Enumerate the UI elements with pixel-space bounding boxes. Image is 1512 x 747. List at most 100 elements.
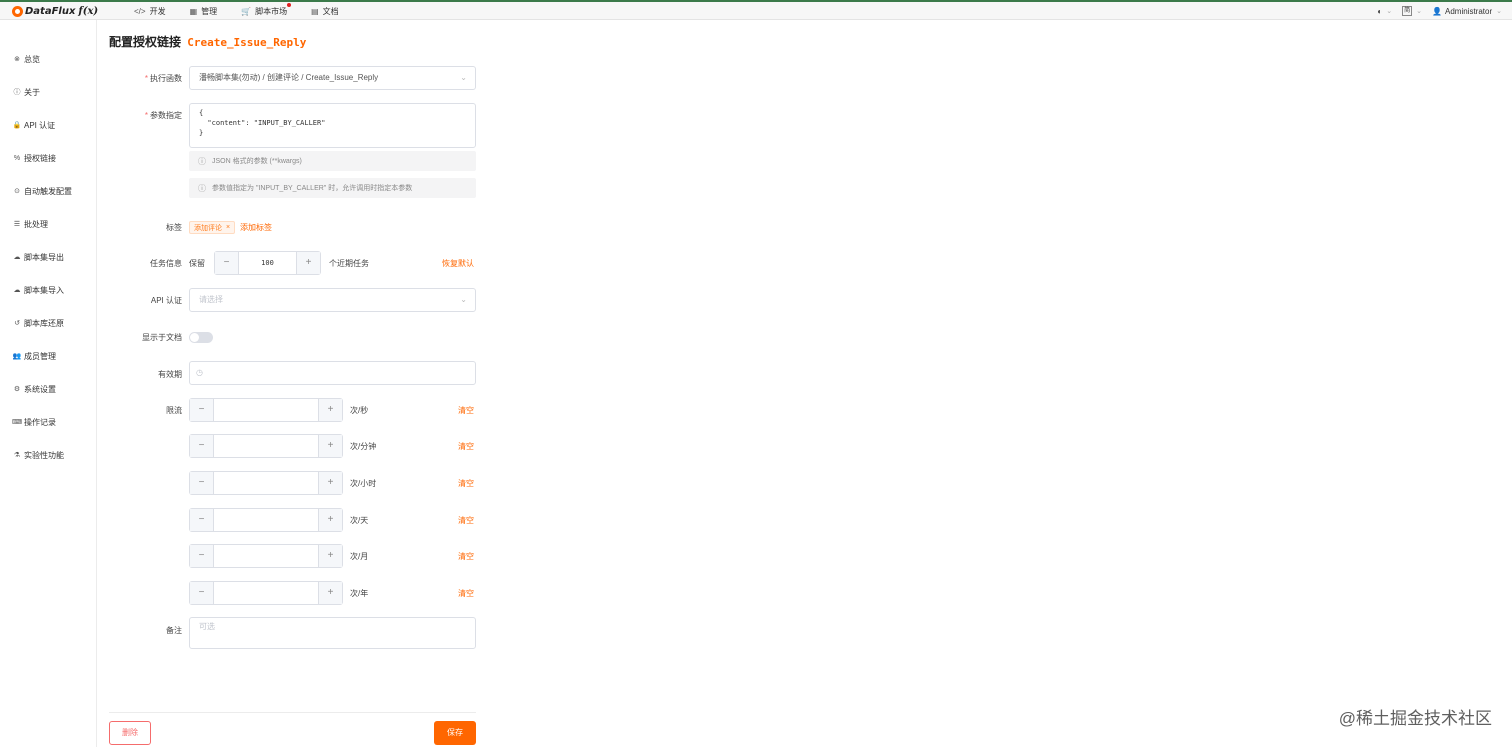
- brand-logo[interactable]: DataFlux f(x): [12, 3, 98, 19]
- sidebar-item-operations[interactable]: ⌨ 操作记录: [12, 415, 56, 429]
- clear-button[interactable]: 清空: [458, 588, 474, 599]
- theme-icon: ◐: [1377, 6, 1383, 16]
- sidebar-item-label: 操作记录: [24, 417, 56, 427]
- throttling-stepper-month[interactable]: − +: [189, 544, 343, 568]
- reset-default-button[interactable]: 恢复默认: [442, 258, 474, 269]
- info-icon: ⓘ: [13, 89, 21, 96]
- page-title-text: 配置授权链接: [109, 35, 182, 49]
- plus-icon[interactable]: +: [318, 545, 342, 567]
- sidebar-item-restore[interactable]: ↺ 脚本库还原: [12, 316, 64, 330]
- clear-button[interactable]: 清空: [458, 515, 474, 526]
- throttling-stepper-second[interactable]: − +: [189, 398, 343, 422]
- args-hint-caller: ⓘ 参数值指定为 "INPUT_BY_CALLER" 时，允许调用时指定本参数: [189, 178, 476, 198]
- minus-icon[interactable]: −: [190, 399, 214, 421]
- expire-date-picker[interactable]: ◷: [189, 361, 476, 385]
- sidebar-item-label: 成员管理: [24, 351, 56, 361]
- cart-icon: 🛒: [241, 6, 252, 16]
- sidebar-item-label: 脚本库还原: [24, 318, 64, 328]
- nav-label: 脚本市场: [255, 6, 288, 16]
- user-icon: 👤: [1432, 6, 1442, 16]
- sidebar-item-settings[interactable]: ⚙ 系统设置: [12, 382, 56, 396]
- nav-market[interactable]: 🛒 脚本市场: [241, 2, 292, 20]
- cloud-upload-icon: ☁: [13, 287, 21, 294]
- task-info-label: 任务信息: [150, 259, 182, 268]
- theme-switcher[interactable]: ◐ ⌄: [1377, 7, 1392, 16]
- throttling-unit-day: 次/天: [350, 516, 369, 525]
- nav-dev[interactable]: </> 开发: [134, 2, 166, 20]
- brand-suffix: f(x): [78, 5, 99, 17]
- delete-button[interactable]: 删除: [109, 721, 151, 745]
- sidebar-item-label: 授权链接: [24, 153, 56, 163]
- sidebar-item-export[interactable]: ☁ 脚本集导出: [12, 250, 65, 264]
- func-label: * 执行函数: [144, 74, 182, 83]
- sidebar-item-about[interactable]: ⓘ 关于: [12, 85, 41, 99]
- plus-icon[interactable]: +: [296, 252, 320, 274]
- throttling-unit-minute: 次/分钟: [350, 442, 377, 451]
- sidebar-item-crontab[interactable]: ⊙ 自动触发配置: [12, 184, 72, 198]
- throttling-unit-month: 次/月: [350, 552, 369, 561]
- sidebar-item-members[interactable]: 👥 成员管理: [12, 349, 56, 363]
- args-label: * 参数指定: [144, 111, 182, 120]
- show-in-doc-toggle[interactable]: [189, 332, 213, 343]
- throttling-stepper-minute[interactable]: − +: [189, 434, 343, 458]
- task-info-stepper[interactable]: − 100 +: [214, 251, 321, 275]
- task-info-value[interactable]: 100: [239, 252, 296, 274]
- note-textarea[interactable]: 可选: [189, 617, 476, 649]
- minus-icon[interactable]: −: [190, 509, 214, 531]
- sidebar-item-overview[interactable]: ⊗ 总览: [12, 52, 40, 66]
- sidebar-item-api-auth[interactable]: 🔒 API 认证: [12, 118, 55, 132]
- sidebar-item-label: 总览: [24, 54, 40, 64]
- chevron-down-icon: ⌄: [1416, 8, 1423, 15]
- lock-icon: 🔒: [12, 122, 22, 129]
- sidebar-item-label: 系统设置: [24, 384, 56, 394]
- keyboard-icon: ⌨: [12, 419, 23, 426]
- clear-button[interactable]: 清空: [458, 478, 474, 489]
- minus-icon[interactable]: −: [190, 472, 214, 494]
- nav-docs[interactable]: ▤ 文档: [311, 2, 339, 20]
- nav-manage[interactable]: ▦ 管理: [190, 2, 218, 20]
- plus-icon[interactable]: +: [318, 509, 342, 531]
- tag-item: 添加评论 ×: [189, 221, 236, 234]
- throttling-stepper-hour[interactable]: − +: [189, 471, 343, 495]
- clear-button[interactable]: 清空: [458, 405, 474, 416]
- chevron-down-icon: ⌄: [1496, 8, 1502, 15]
- top-nav: </> 开发 ▦ 管理 🛒 脚本市场 ▤ 文档: [134, 2, 363, 20]
- brand-name: DataFlux: [25, 5, 76, 17]
- plus-icon[interactable]: +: [318, 399, 342, 421]
- plus-icon[interactable]: +: [318, 582, 342, 604]
- api-auth-label: API 认证: [150, 296, 182, 305]
- notification-dot: [287, 3, 292, 7]
- plus-icon[interactable]: +: [318, 472, 342, 494]
- func-select[interactable]: 潘畅脚本集(勿动) / 创建评论 / Create_Issue_Reply ⌄: [189, 66, 476, 90]
- sidebar-item-experimental[interactable]: ⚗ 实验性功能: [12, 448, 64, 462]
- expire-label: 有效期: [158, 370, 182, 379]
- add-tag-button[interactable]: 添加标签: [240, 222, 272, 233]
- logo-icon: [12, 5, 23, 17]
- watermark: @稀土掘金技术社区: [1338, 709, 1492, 728]
- sidebar-item-label: 批处理: [24, 219, 48, 229]
- sidebar-item-label: 关于: [24, 87, 40, 97]
- throttling-stepper-year[interactable]: − +: [189, 581, 343, 605]
- doc-icon: ▤: [311, 6, 319, 16]
- history-icon: ↺: [14, 320, 20, 327]
- clear-button[interactable]: 清空: [458, 441, 474, 452]
- args-editor[interactable]: { "content": "INPUT_BY_CALLER"}: [189, 103, 476, 148]
- save-button[interactable]: 保存: [434, 721, 476, 745]
- nav-label: 管理: [201, 6, 218, 16]
- sidebar-item-batch[interactable]: ☰ 批处理: [12, 217, 48, 231]
- plus-icon[interactable]: +: [318, 435, 342, 457]
- clear-button[interactable]: 清空: [458, 551, 474, 562]
- throttling-unit-year: 次/年: [350, 589, 369, 598]
- user-menu[interactable]: 👤 Administrator ⌄: [1432, 7, 1502, 16]
- throttling-stepper-day[interactable]: − +: [189, 508, 343, 532]
- minus-icon[interactable]: −: [190, 545, 214, 567]
- minus-icon[interactable]: −: [215, 252, 239, 274]
- sidebar-item-import[interactable]: ☁ 脚本集导入: [12, 283, 65, 297]
- sidebar-item-auth-link[interactable]: % 授权链接: [12, 151, 56, 165]
- minus-icon[interactable]: −: [190, 435, 214, 457]
- api-auth-select[interactable]: 请选择 ⌄: [189, 288, 476, 312]
- minus-icon[interactable]: −: [190, 582, 214, 604]
- clock-icon: ⊙: [14, 188, 20, 195]
- language-switcher[interactable]: 简 ⌄: [1402, 6, 1422, 16]
- close-icon[interactable]: ×: [226, 224, 230, 231]
